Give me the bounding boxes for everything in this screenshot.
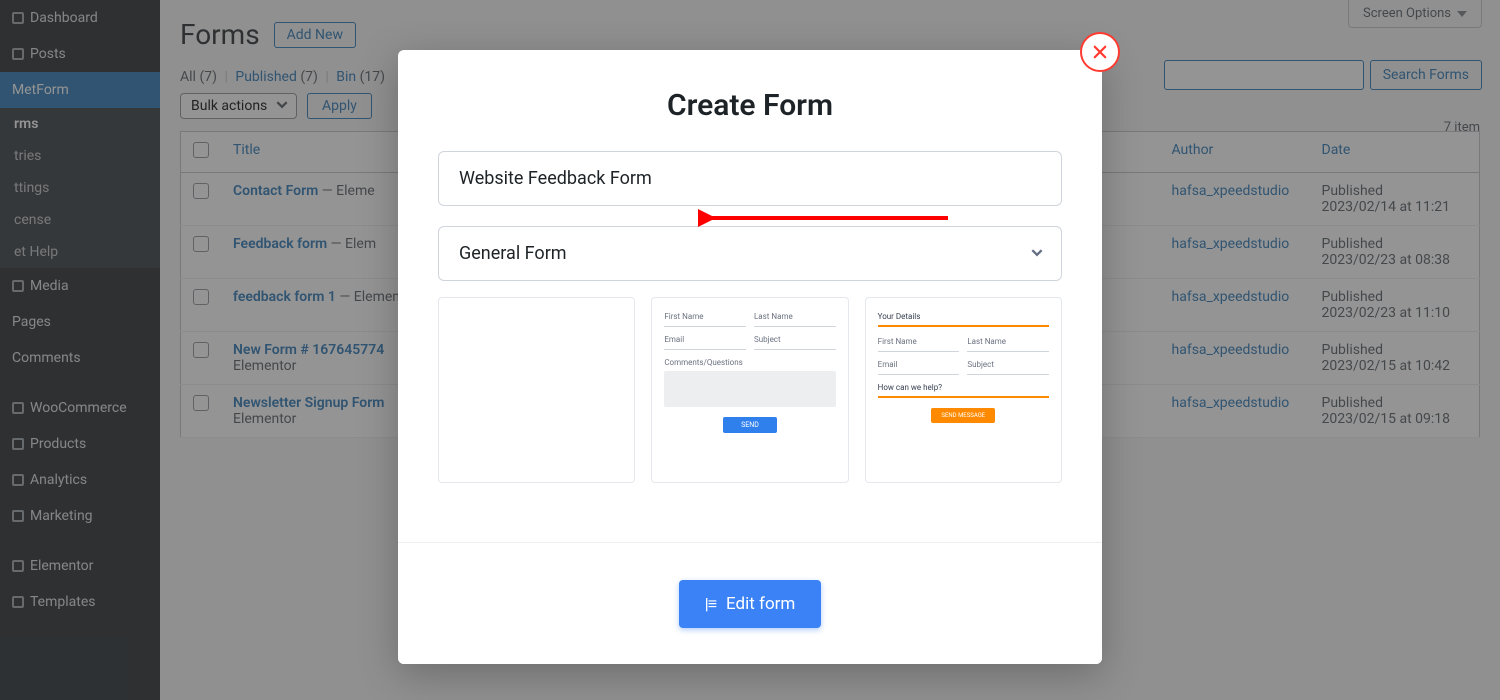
close-icon [1091, 43, 1109, 61]
template-send-button: SEND [723, 417, 777, 433]
elementor-icon: |≡ [705, 594, 716, 614]
edit-form-button[interactable]: |≡ Edit form [679, 580, 822, 628]
template-send-button: SEND MESSAGE [931, 408, 995, 423]
template-gallery: First Name Last Name Email Subject Comme… [438, 297, 1062, 483]
form-name-input[interactable] [438, 151, 1062, 206]
template-blank[interactable] [438, 297, 635, 483]
close-button[interactable] [1080, 32, 1120, 72]
create-form-modal: Create Form General Form First Name Last… [398, 50, 1102, 664]
form-type-select[interactable]: General Form [438, 226, 1062, 281]
template-contact-basic[interactable]: First Name Last Name Email Subject Comme… [651, 297, 848, 483]
chevron-down-icon [1030, 244, 1044, 263]
template-contact-orange[interactable]: Your Details First Name Last Name Email … [865, 297, 1062, 483]
modal-title: Create Form [398, 88, 1102, 123]
